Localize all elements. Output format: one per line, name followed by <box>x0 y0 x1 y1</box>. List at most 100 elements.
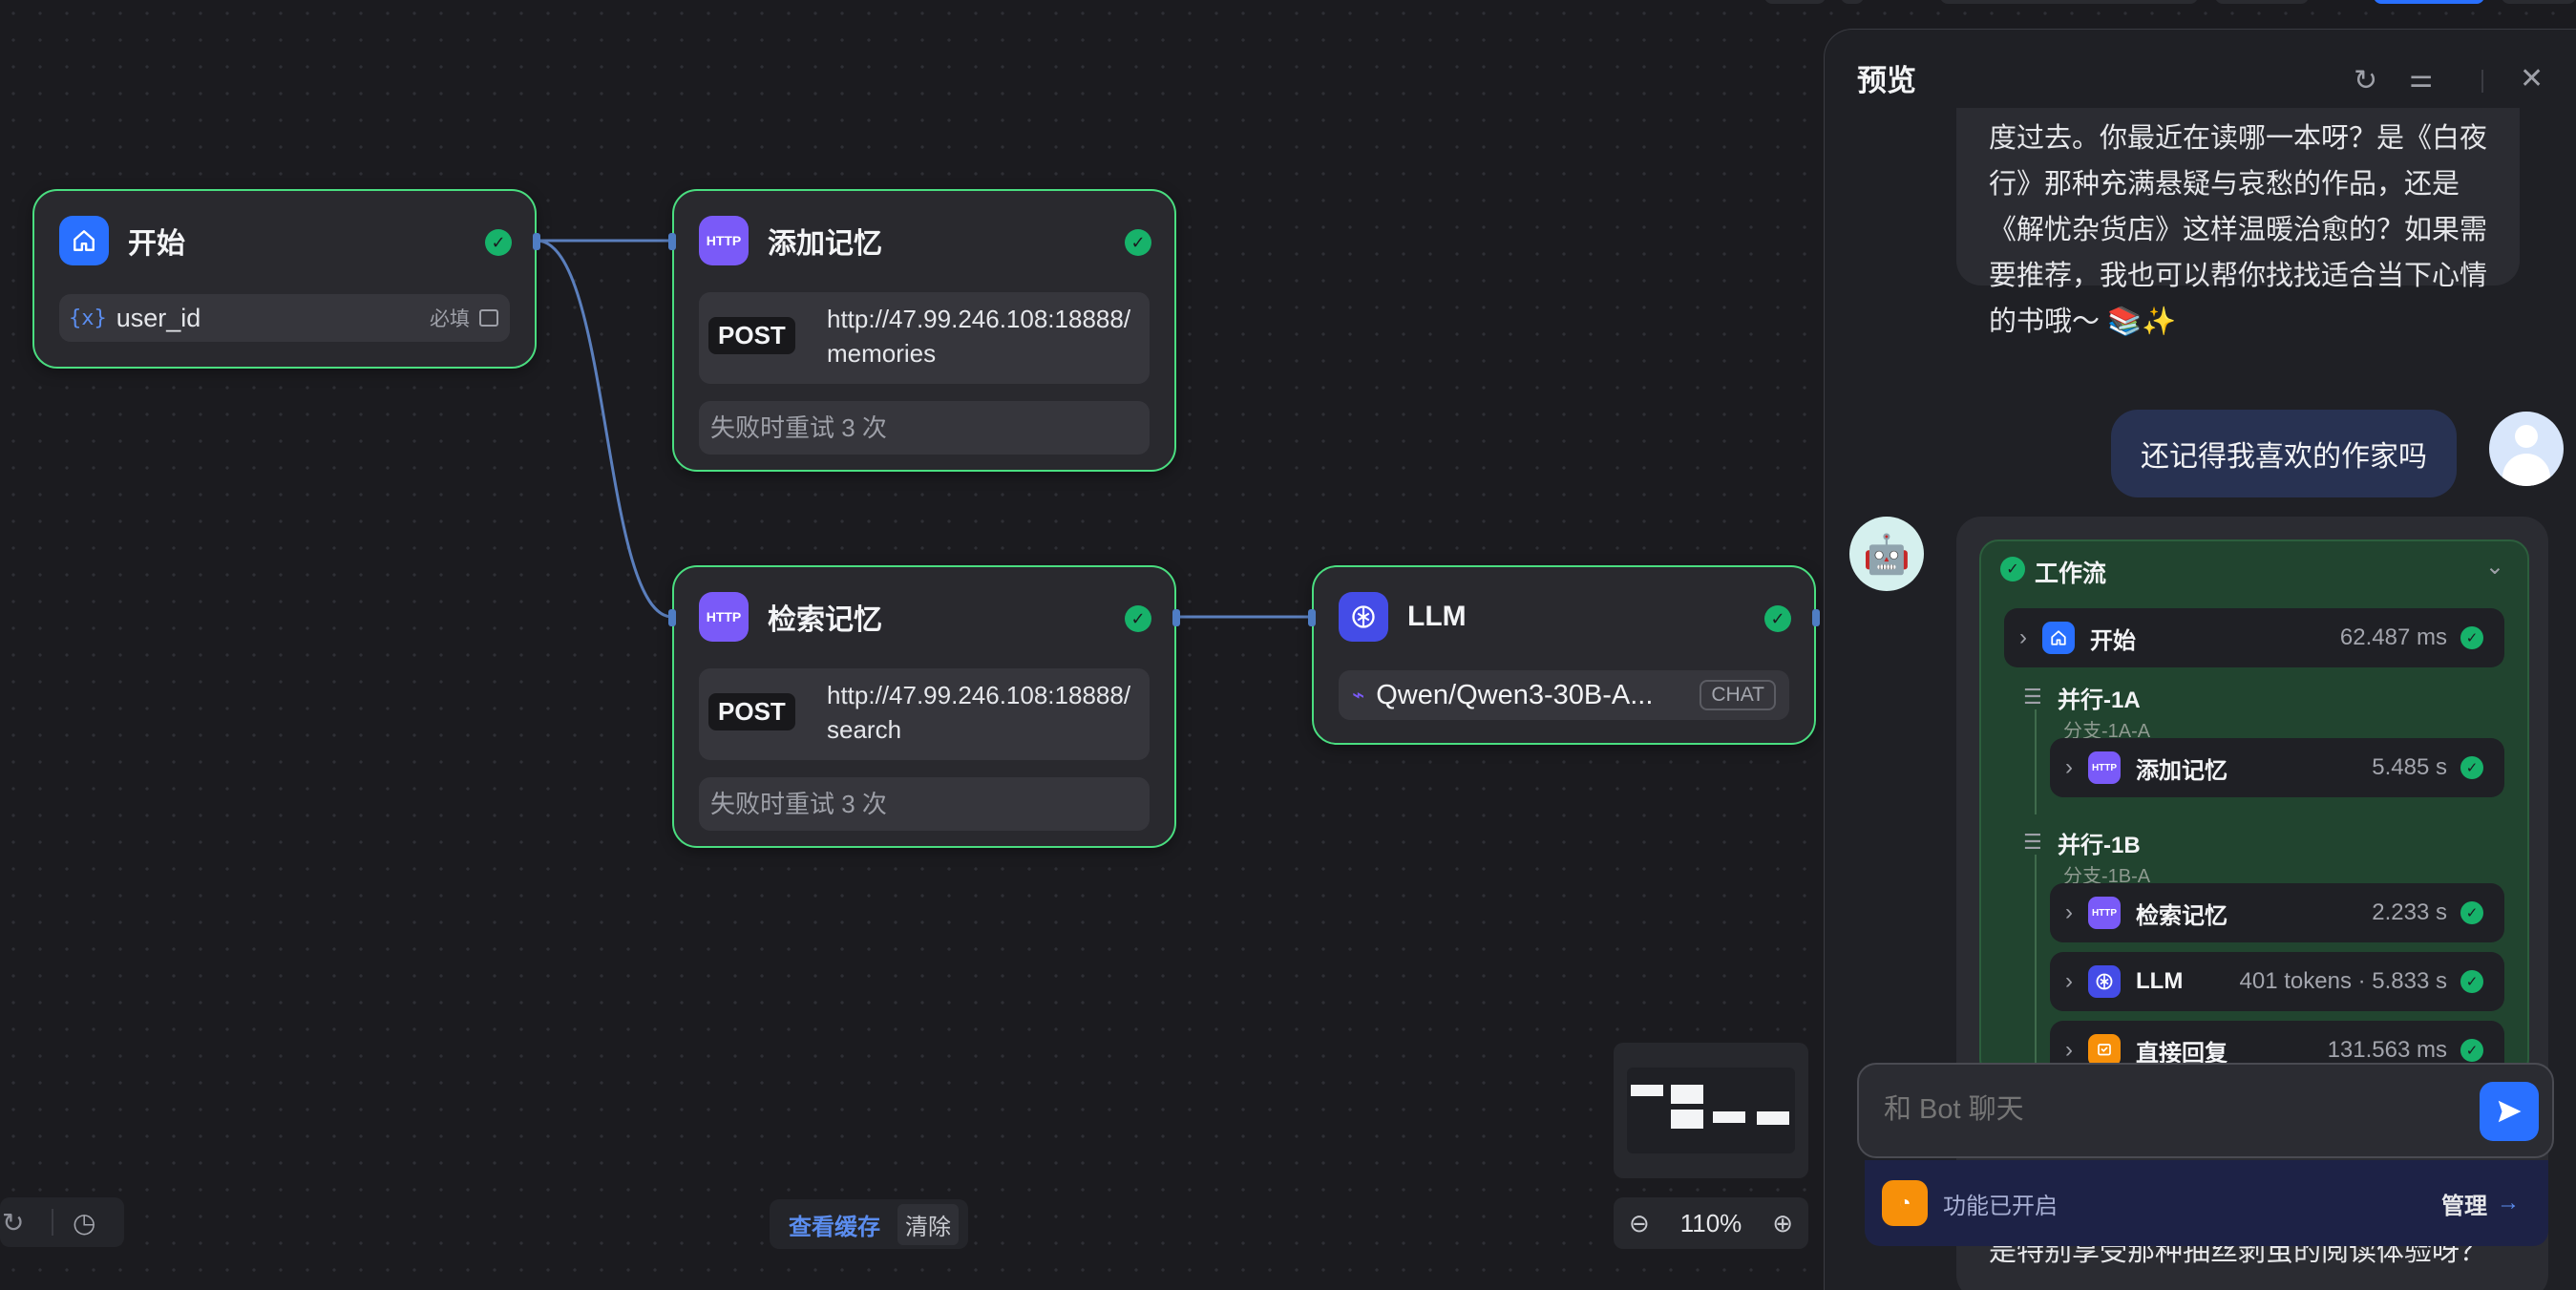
zoom-level[interactable]: 110% <box>1680 1209 1742 1238</box>
chevron-right-icon: › <box>2065 754 2073 780</box>
bot-message-line: 《解忧杂货店》这样温暖治愈的？如果需 <box>1989 215 2488 245</box>
success-check-icon: ✓ <box>1125 229 1151 256</box>
workflow-step-start[interactable]: › 开始 62.487 ms ✓ <box>2004 608 2504 667</box>
home-icon <box>59 216 109 265</box>
settings-sliders-icon[interactable]: ⚌ <box>2409 62 2433 94</box>
node-header: LLM <box>1339 592 1789 642</box>
input-port[interactable] <box>1308 609 1316 626</box>
output-port[interactable] <box>1812 609 1820 626</box>
branch-line <box>2035 709 2037 814</box>
mode-badge: CHAT <box>1700 680 1776 710</box>
step-time: 401 tokens · 5.833 s <box>2239 968 2447 994</box>
success-check-icon: ✓ <box>2460 756 2483 779</box>
preview-panel: 预览 ↻ ⚌ ✕ 度过去。你最近在读哪一本呀？是《白夜 行》那种充满悬疑与哀愁的… <box>1824 29 2576 1290</box>
user-message: 还记得我喜欢的作家吗 <box>2111 410 2457 497</box>
workflow-step-add-memory[interactable]: › HTTP 添加记忆 5.485 s ✓ <box>2050 738 2504 797</box>
user-avatar <box>2489 412 2564 486</box>
bot-message-line: 要推荐，我也可以帮你找找适合当下心情 <box>1989 261 2488 291</box>
divider <box>52 1209 53 1236</box>
arrow-right-icon[interactable]: → <box>2497 1190 2520 1216</box>
user-message-text: 还记得我喜欢的作家吗 <box>2141 441 2427 473</box>
minimap-viewport <box>1627 1068 1795 1153</box>
bot-message: 度过去。你最近在读哪一本呀？是《白夜 行》那种充满悬疑与哀愁的作品，还是 《解忧… <box>1956 108 2520 337</box>
http-request-row: POST http://47.99.246.108:18888/memories <box>699 292 1150 384</box>
bot-message-line: 的书哦～ 📚✨ <box>1989 307 2177 337</box>
http-icon: HTTP <box>699 216 749 265</box>
chevron-down-icon[interactable]: ⌄ <box>2485 553 2504 581</box>
clear-button[interactable]: 清除 <box>897 1203 959 1245</box>
success-check-icon: ✓ <box>485 229 512 256</box>
http-request-row: POST http://47.99.246.108:18888/search <box>699 668 1150 760</box>
bot-message-line: 度过去。你最近在读哪一本呀？是《白夜 <box>1989 123 2488 154</box>
node-header: HTTP 检索记忆 <box>699 592 1150 642</box>
minimap-node <box>1671 1110 1703 1129</box>
input-port[interactable] <box>668 233 676 250</box>
retry-row: 失败时重试 3 次 <box>699 401 1150 455</box>
node-title: 开始 <box>128 228 185 260</box>
chevron-right-icon: › <box>2019 624 2027 650</box>
node-llm[interactable]: LLM ✓ ⌁ Qwen/Qwen3-30B-A... CHAT <box>1308 565 1820 745</box>
retry-text: 失败时重试 3 次 <box>710 413 887 442</box>
text-input-icon <box>479 309 498 327</box>
minimap-node <box>1671 1085 1703 1104</box>
model-row[interactable]: ⌁ Qwen/Qwen3-30B-A... CHAT <box>1339 670 1789 720</box>
step-time: 5.485 s <box>2372 754 2447 780</box>
close-icon[interactable]: ✕ <box>2520 62 2544 95</box>
success-check-icon: ✓ <box>2460 970 2483 993</box>
success-check-icon: ✓ <box>2460 626 2483 649</box>
http-method-badge: POST <box>708 693 795 730</box>
node-title: 添加记忆 <box>768 228 882 260</box>
history-controls: ↻ ◷ <box>0 1197 124 1247</box>
http-url: http://47.99.246.108:18888/memories <box>827 305 1131 368</box>
chevron-right-icon: › <box>2065 1037 2073 1063</box>
model-name: Qwen/Qwen3-30B-A... <box>1376 679 1654 710</box>
output-port[interactable] <box>1172 609 1180 626</box>
workflow-panel[interactable]: ✓ 工作流 ⌄ › 开始 62.487 ms ✓ ☰ 并行-1A 分支-1A-A <box>1979 539 2529 1078</box>
parallel-group-title: 并行-1B <box>2058 833 2141 858</box>
step-time: 2.233 s <box>2372 899 2447 925</box>
workflow-step-search-memory[interactable]: › HTTP 检索记忆 2.233 s ✓ <box>2050 883 2504 942</box>
step-name: 添加记忆 <box>2136 757 2228 784</box>
minimap-node <box>1631 1085 1663 1096</box>
node-header: 开始 <box>59 216 510 265</box>
workflow-step-llm[interactable]: › LLM 401 tokens · 5.833 s ✓ <box>2050 952 2504 1011</box>
chat-input-box[interactable] <box>1857 1063 2554 1158</box>
edge-start-search <box>536 239 673 619</box>
node-add-memory[interactable]: HTTP 添加记忆 ✓ POST http://47.99.246.108:18… <box>668 189 1176 472</box>
minimap-node <box>1713 1111 1745 1123</box>
variable-icon: {x} <box>69 306 107 330</box>
zoom-in-icon[interactable]: ⊕ <box>1772 1209 1793 1238</box>
parallel-group-title: 并行-1A <box>2058 687 2141 713</box>
output-port[interactable] <box>533 233 540 250</box>
bot-message-line: 行》那种充满悬疑与哀愁的作品，还是 <box>1989 169 2460 200</box>
variable-name: user_id <box>116 303 201 332</box>
http-icon: HTTP <box>2088 751 2121 784</box>
success-check-icon: ✓ <box>1764 605 1791 632</box>
view-cache-button[interactable]: 查看缓存 <box>789 1208 880 1241</box>
step-name: LLM <box>2136 968 2184 994</box>
manage-link[interactable]: 管理 <box>2441 1187 2487 1220</box>
reply-icon <box>2088 1034 2121 1067</box>
minimap[interactable] <box>1614 1043 1808 1178</box>
retry-text: 失败时重试 3 次 <box>710 790 887 818</box>
workflow-title: 工作流 <box>2035 560 2107 587</box>
success-check-icon: ✓ <box>1125 605 1151 632</box>
http-url: http://47.99.246.108:18888/search <box>827 681 1131 744</box>
input-port[interactable] <box>668 609 676 626</box>
node-start[interactable]: 开始 ✓ {x} user_id 必填 <box>32 189 540 369</box>
send-button[interactable] <box>2480 1082 2539 1141</box>
feature-status: 功能已开启 <box>1943 1193 2058 1219</box>
chevron-right-icon: › <box>2065 899 2073 925</box>
variable-row[interactable]: {x} user_id 必填 <box>59 294 510 342</box>
http-icon: HTTP <box>2088 897 2121 929</box>
chat-input[interactable] <box>1882 1088 2420 1131</box>
success-check-icon: ✓ <box>2460 1039 2483 1062</box>
zoom-out-icon[interactable]: ⊖ <box>1629 1209 1650 1238</box>
redo-icon[interactable]: ↻ <box>2 1207 24 1238</box>
node-search-memory[interactable]: HTTP 检索记忆 ✓ POST http://47.99.246.108:18… <box>668 565 1180 848</box>
divider <box>2481 70 2483 93</box>
refresh-icon[interactable]: ↻ <box>2354 64 2377 97</box>
parallel-icon: ☰ <box>2023 830 2042 854</box>
success-check-icon: ✓ <box>2000 557 2025 582</box>
history-clock-icon[interactable]: ◷ <box>73 1207 95 1238</box>
